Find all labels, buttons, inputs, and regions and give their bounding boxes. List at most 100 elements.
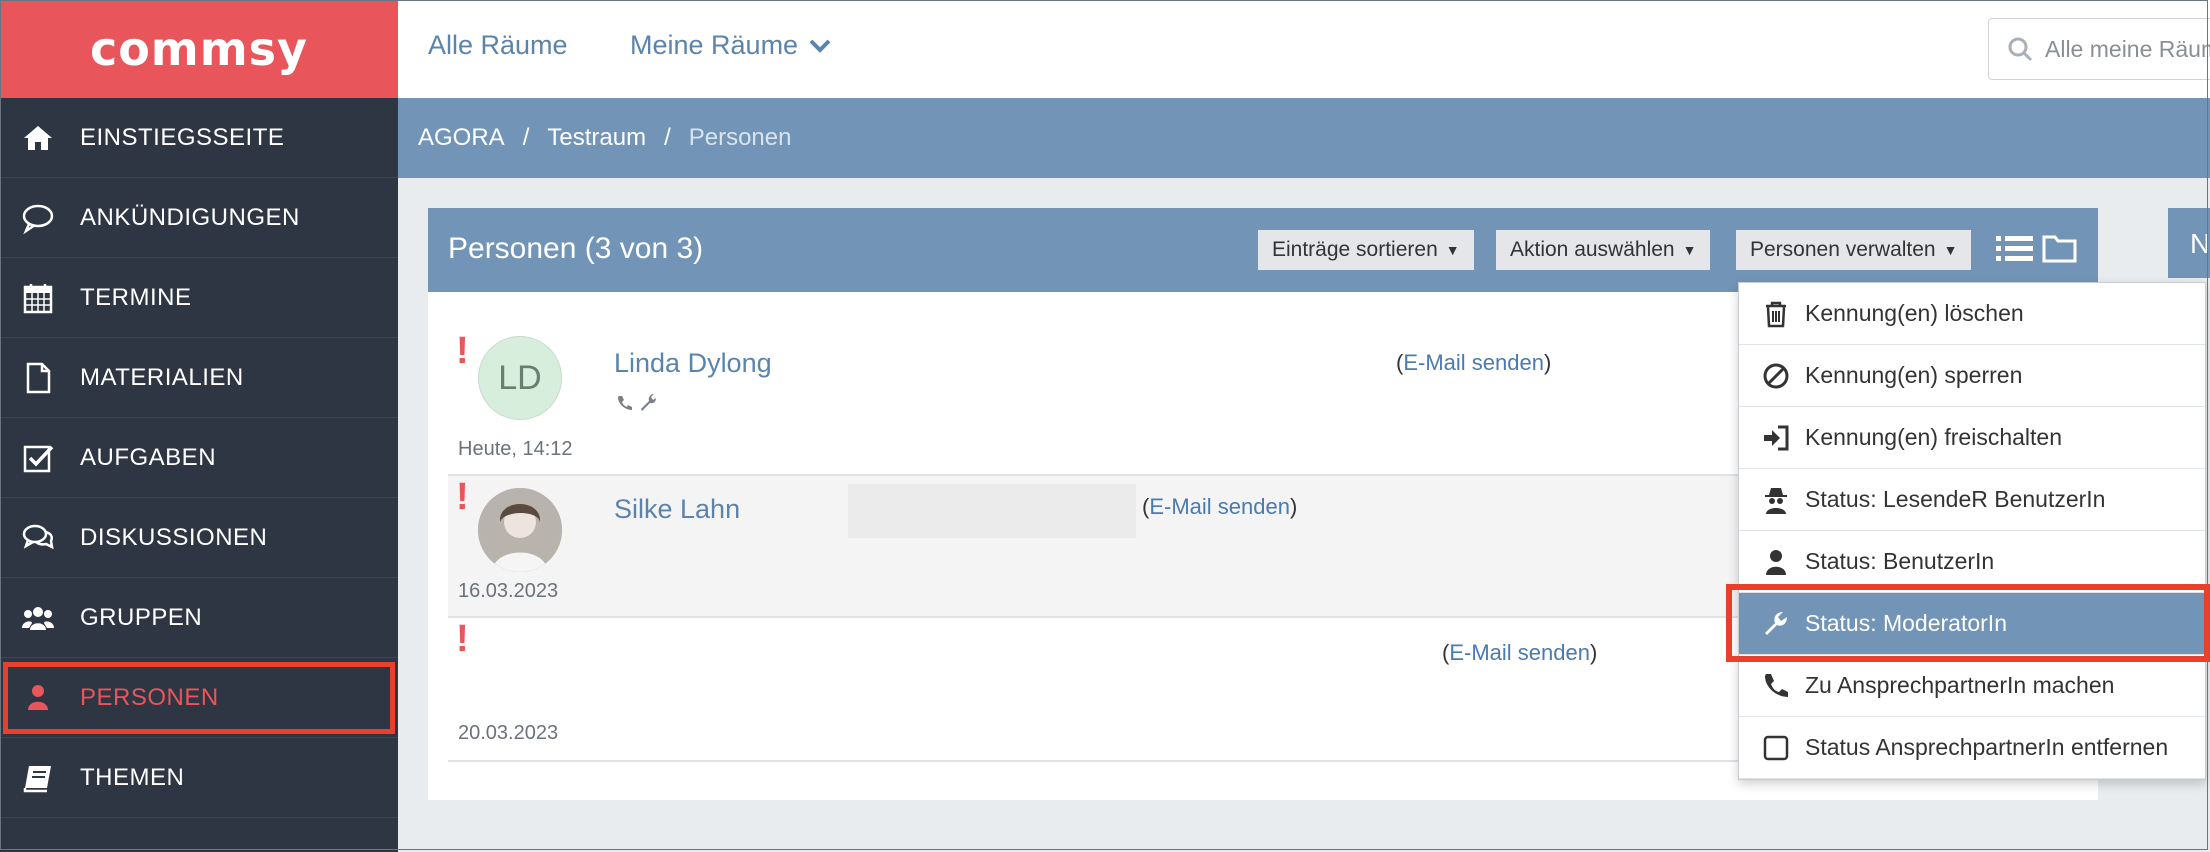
document-icon [18,358,58,398]
sidebar-item-gruppen[interactable]: GRUPPEN [0,578,398,658]
all-rooms-link[interactable]: Alle Räume [428,30,568,61]
manage-persons-button[interactable]: Personen verwalten ▼ [1736,230,1972,270]
my-rooms-dropdown[interactable]: Meine Räume [630,30,832,61]
folder-icon[interactable] [2042,232,2078,269]
breadcrumb-separator: / [522,124,530,151]
menu-item-label: Status: BenutzerIn [1805,548,1995,574]
wrench-icon [638,394,660,416]
person-name[interactable]: Linda Dylong [614,348,772,379]
email-send: (E-Mail senden) [1142,494,1298,519]
avatar: LD [478,336,562,420]
checkbox-icon [18,438,58,478]
phone-icon [616,396,634,416]
calendar-icon [18,278,58,318]
menu-item-make-contact[interactable]: Zu AnsprechpartnerIn machen [1739,655,2205,717]
search-placeholder: Alle meine Räume [2045,35,2210,62]
sidebar-item-termine[interactable]: TERMINE [0,258,398,338]
discussion-icon [18,518,58,558]
breadcrumb-agora[interactable]: AGORA [418,124,505,152]
entry-date: 16.03.2023 [458,580,559,602]
sign-in-icon [1759,421,1793,455]
side-panel-title: N [2190,228,2210,259]
menu-item-label: Status: LesendeR BenutzerIn [1805,486,2106,512]
caret-down-icon: ▼ [1445,242,1460,258]
ban-icon [1759,359,1793,393]
sidebar-item-label: EINSTIEGSSEITE [80,123,285,151]
menu-item-unlock-accounts[interactable]: Kennung(en) freischalten [1739,407,2205,469]
sidebar-item-label: GRUPPEN [80,603,203,631]
menu-item-remove-contact[interactable]: Status AnsprechpartnerIn entfernen [1739,717,2205,779]
room-search-input[interactable]: Alle meine Räume [1988,18,2210,80]
exclamation-icon: ! [456,330,469,372]
email-send: (E-Mail senden) [1396,350,1552,375]
menu-item-status-reader[interactable]: Status: LesendeR BenutzerIn [1739,469,2205,531]
redacted-area [848,484,1136,538]
breadcrumb: AGORA / Testraum / Personen [398,98,2210,178]
highlight-outline [3,662,395,734]
highlight-outline [1726,584,2210,662]
entry-date: 20.03.2023 [458,722,559,744]
panel-header: Personen (3 von 3) Einträge sortieren ▼ A… [428,208,2098,292]
book-icon [18,758,58,798]
logo[interactable]: commsy [0,0,398,98]
sidebar-item-einstiegsseite[interactable]: EINSTIEGSSEITE [0,98,398,178]
sidebar-item-themen[interactable]: THEMEN [0,738,398,818]
home-icon [18,118,58,158]
chevron-down-icon [808,38,832,54]
list-view-icon[interactable] [1996,234,2034,269]
speech-bubble-icon [18,198,58,238]
sidebar-item-label: ANKÜNDIGUNGEN [80,203,300,231]
sidebar-item-label: MATERIALIEN [80,363,244,391]
sidebar-item-personen[interactable]: PERSONEN [0,658,398,738]
manage-persons-menu: Kennung(en) löschen Kennung(en) sperren … [1738,282,2206,780]
avatar-initials: LD [498,358,542,397]
sort-entries-label: Einträge sortieren [1272,238,1438,261]
select-action-button[interactable]: Aktion auswählen ▼ [1496,230,1711,270]
email-send: (E-Mail senden) [1442,640,1598,665]
sidebar-item-ankuendigungen[interactable]: ANKÜNDIGUNGEN [0,178,398,258]
email-send-link[interactable]: E-Mail senden [1403,350,1544,375]
search-icon [2007,36,2033,62]
panel-title: Personen (3 von 3) [448,232,704,265]
exclamation-icon: ! [456,476,469,518]
sidebar-item-diskussionen[interactable]: DISKUSSIONEN [0,498,398,578]
sidebar-item-label: THEMEN [80,763,185,791]
phone-icon [1759,669,1793,703]
menu-item-lock-accounts[interactable]: Kennung(en) sperren [1739,345,2205,407]
sort-entries-button[interactable]: Einträge sortieren ▼ [1258,230,1474,270]
breadcrumb-separator: / [664,124,671,151]
sidebar-item-label: TERMINE [80,283,192,311]
user-icon [1759,545,1793,579]
person-status-icons [616,392,660,417]
caret-down-icon: ▼ [1682,242,1697,258]
top-bar: Alle Räume Meine Räume [398,0,2210,99]
email-send-link[interactable]: E-Mail senden [1149,494,1290,519]
sidebar-item-aufgaben[interactable]: AUFGABEN [0,418,398,498]
menu-item-label: Zu AnsprechpartnerIn machen [1805,672,2115,698]
sidebar-item-materialien[interactable]: MATERIALIEN [0,338,398,418]
breadcrumb-personen: Personen [688,124,792,151]
menu-item-delete-accounts[interactable]: Kennung(en) löschen [1739,283,2205,345]
sidebar-item-label: AUFGABEN [80,443,217,471]
logo-text: commsy [89,22,309,76]
menu-item-label: Kennung(en) löschen [1805,300,2024,326]
group-icon [18,598,58,638]
person-name[interactable]: Silke Lahn [614,494,740,525]
email-send-link[interactable]: E-Mail senden [1449,640,1590,665]
exclamation-icon: ! [456,618,469,660]
menu-item-label: Kennung(en) freischalten [1805,424,2062,450]
caret-down-icon: ▼ [1943,242,1958,258]
spy-icon [1759,483,1793,517]
menu-item-label: Status AnsprechpartnerIn entfernen [1805,734,2169,760]
select-action-label: Aktion auswählen [1510,238,1675,261]
trash-icon [1759,297,1793,331]
avatar-photo [478,488,562,572]
breadcrumb-testraum[interactable]: Testraum [547,124,646,152]
right-side-panel: N [2168,208,2210,278]
menu-item-label: Kennung(en) sperren [1805,362,2023,388]
my-rooms-label: Meine Räume [630,30,799,60]
square-icon [1759,731,1793,765]
sidebar-nav: EINSTIEGSSEITE ANKÜNDIGUNGEN TERMINE MAT… [0,98,398,818]
sidebar-item-label: DISKUSSIONEN [80,523,268,551]
manage-persons-label: Personen verwalten [1750,238,1936,261]
